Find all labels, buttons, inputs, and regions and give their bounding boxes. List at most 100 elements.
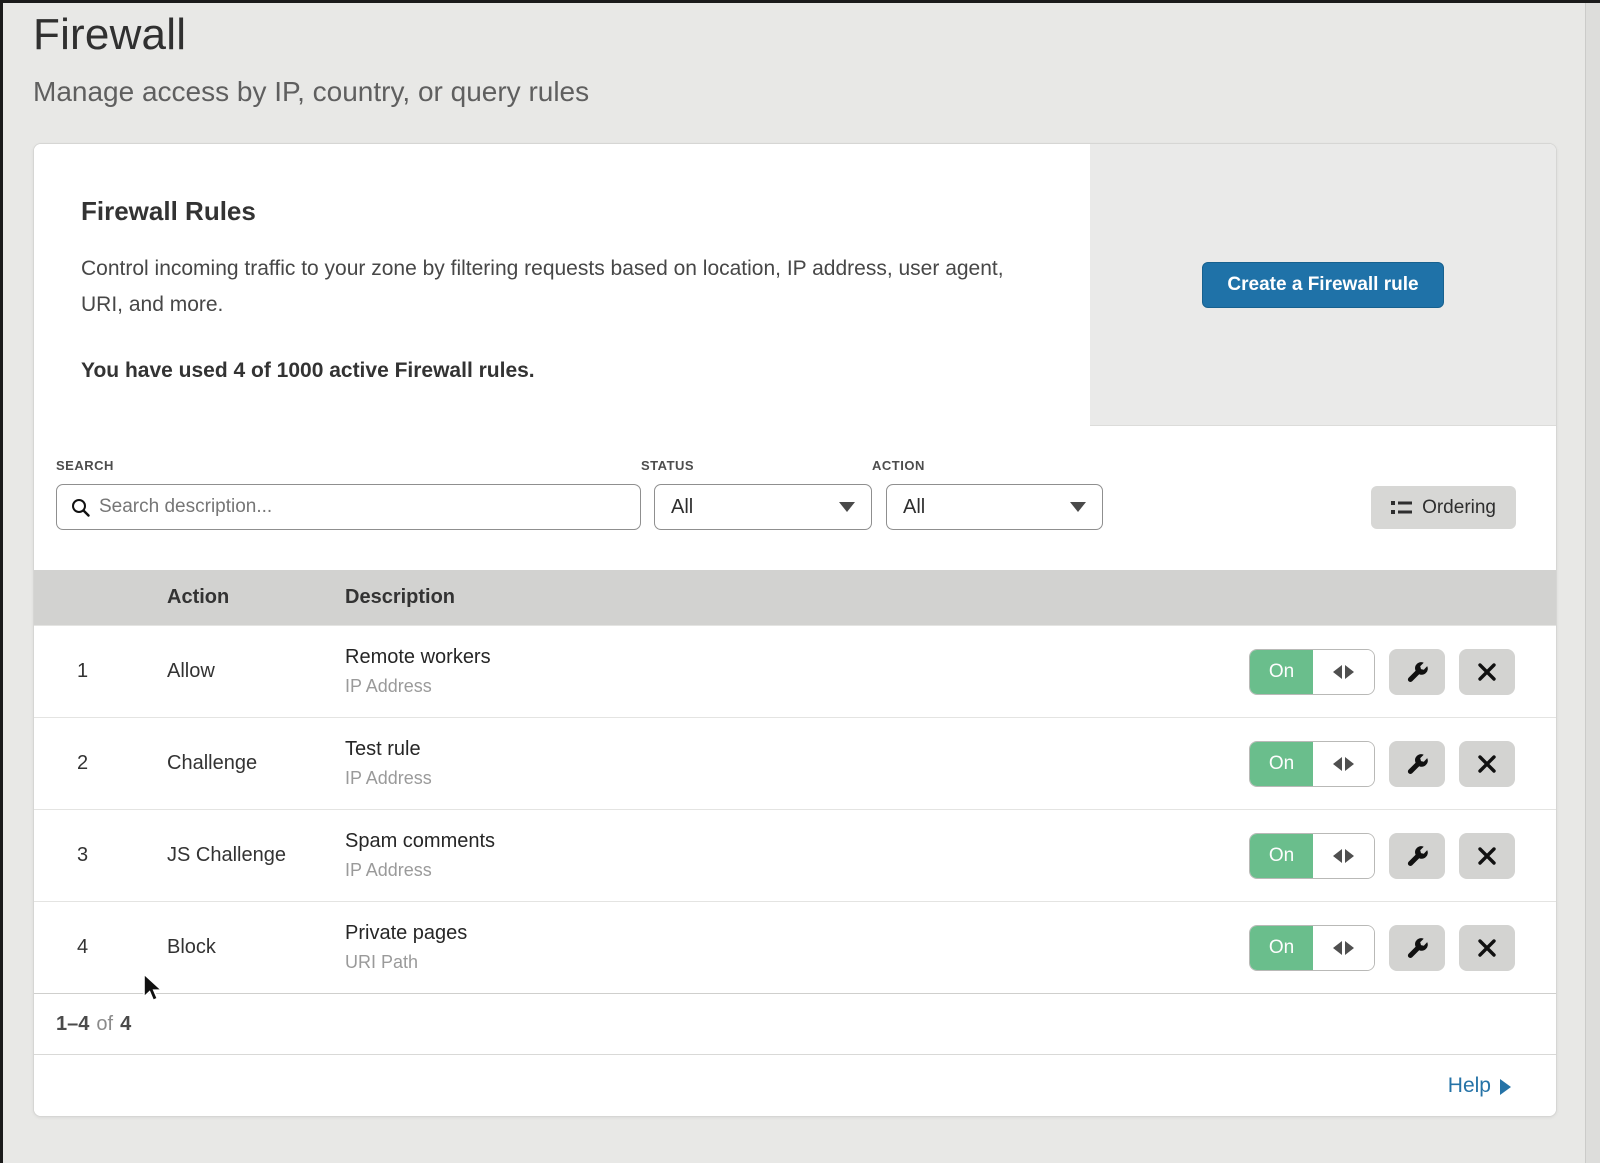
arrow-right-icon <box>1345 665 1354 679</box>
edit-rule-button[interactable] <box>1389 741 1445 787</box>
action-select[interactable]: All <box>886 484 1103 530</box>
card-top-description: Firewall Rules Control incoming traffic … <box>34 144 1090 426</box>
rule-description-cell: Spam comments IP Address <box>345 830 1211 881</box>
delete-rule-button[interactable] <box>1459 649 1515 695</box>
help-link[interactable]: Help <box>1448 1074 1511 1098</box>
rule-description-cell: Private pages URI Path <box>345 922 1211 973</box>
wrench-icon <box>1405 660 1429 684</box>
delete-rule-button[interactable] <box>1459 925 1515 971</box>
create-firewall-rule-button[interactable]: Create a Firewall rule <box>1202 262 1443 308</box>
delete-rule-button[interactable] <box>1459 833 1515 879</box>
card-description: Control incoming traffic to your zone by… <box>81 251 1026 323</box>
arrow-right-icon <box>1345 757 1354 771</box>
page-header: Firewall Manage access by IP, country, o… <box>0 0 1600 108</box>
arrow-left-icon <box>1333 757 1342 771</box>
rule-field: IP Address <box>345 676 1211 697</box>
rule-controls: On <box>1211 833 1556 879</box>
table-header: Action Description <box>34 570 1556 625</box>
rule-priority: 4 <box>34 936 167 959</box>
toggle-knob <box>1313 926 1374 970</box>
rule-action: Block <box>167 936 345 959</box>
usage-summary: You have used 4 of 1000 active Firewall … <box>81 359 1030 383</box>
rule-action: Allow <box>167 660 345 683</box>
search-label: SEARCH <box>56 458 641 473</box>
window-edge-top <box>0 0 1600 3</box>
filters-bar: SEARCH STATUS All ACTION All <box>34 426 1556 570</box>
pagination: 1–4 of 4 <box>34 993 1556 1054</box>
toggle-knob <box>1313 742 1374 786</box>
search-icon <box>71 498 90 517</box>
rule-enabled-toggle[interactable]: On <box>1249 833 1375 879</box>
action-select-value: All <box>903 496 925 519</box>
search-filter-group: SEARCH <box>56 458 641 530</box>
card-top-section: Firewall Rules Control incoming traffic … <box>34 144 1556 426</box>
help-link-label: Help <box>1448 1074 1491 1098</box>
toggle-on-label: On <box>1250 650 1313 694</box>
rule-description-cell: Test rule IP Address <box>345 738 1211 789</box>
toggle-knob <box>1313 650 1374 694</box>
arrow-left-icon <box>1333 849 1342 863</box>
window-edge-left <box>0 0 3 1163</box>
rule-field: URI Path <box>345 952 1211 973</box>
rule-priority: 2 <box>34 752 167 775</box>
rule-description: Remote workers <box>345 646 1211 669</box>
firewall-rules-card: Firewall Rules Control incoming traffic … <box>33 143 1557 1117</box>
edit-rule-button[interactable] <box>1389 925 1445 971</box>
toggle-knob <box>1313 834 1374 878</box>
chevron-down-icon <box>1070 502 1086 512</box>
rule-description-cell: Remote workers IP Address <box>345 646 1211 697</box>
arrow-left-icon <box>1333 665 1342 679</box>
ordering-button-label: Ordering <box>1422 497 1496 519</box>
card-footer: Help <box>34 1054 1556 1116</box>
arrow-right-icon <box>1500 1079 1511 1095</box>
rule-field: IP Address <box>345 768 1211 789</box>
close-icon <box>1477 754 1497 774</box>
rule-description: Spam comments <box>345 830 1211 853</box>
rule-action: JS Challenge <box>167 844 345 867</box>
rule-controls: On <box>1211 741 1556 787</box>
rule-action: Challenge <box>167 752 345 775</box>
search-input-container <box>56 484 641 530</box>
pagination-range: 1–4 <box>56 1013 89 1036</box>
arrow-right-icon <box>1345 941 1354 955</box>
table-row: 1 Allow Remote workers IP Address On <box>34 625 1556 717</box>
status-select-value: All <box>671 496 693 519</box>
page-subtitle: Manage access by IP, country, or query r… <box>33 76 1600 108</box>
card-top-action-panel: Create a Firewall rule <box>1090 144 1556 426</box>
rule-description: Test rule <box>345 738 1211 761</box>
pagination-total: 4 <box>120 1013 131 1036</box>
rule-controls: On <box>1211 925 1556 971</box>
close-icon <box>1477 662 1497 682</box>
edit-rule-button[interactable] <box>1389 833 1445 879</box>
table-row: 3 JS Challenge Spam comments IP Address … <box>34 809 1556 901</box>
scrollbar-track[interactable] <box>1585 0 1600 1163</box>
table-row: 2 Challenge Test rule IP Address On <box>34 717 1556 809</box>
arrow-right-icon <box>1345 849 1354 863</box>
rule-priority: 1 <box>34 660 167 683</box>
toggle-on-label: On <box>1250 926 1313 970</box>
rule-priority: 3 <box>34 844 167 867</box>
card-heading: Firewall Rules <box>81 196 1030 227</box>
toggle-on-label: On <box>1250 834 1313 878</box>
wrench-icon <box>1405 936 1429 960</box>
ordering-button[interactable]: Ordering <box>1371 486 1516 529</box>
wrench-icon <box>1405 752 1429 776</box>
pagination-of: of <box>96 1013 113 1036</box>
arrow-left-icon <box>1333 941 1342 955</box>
search-input[interactable] <box>99 496 626 518</box>
table-row: 4 Block Private pages URI Path On <box>34 901 1556 993</box>
rule-controls: On <box>1211 649 1556 695</box>
status-label: STATUS <box>641 458 872 473</box>
toggle-on-label: On <box>1250 742 1313 786</box>
rule-enabled-toggle[interactable]: On <box>1249 741 1375 787</box>
edit-rule-button[interactable] <box>1389 649 1445 695</box>
chevron-down-icon <box>839 502 855 512</box>
rule-enabled-toggle[interactable]: On <box>1249 649 1375 695</box>
close-icon <box>1477 846 1497 866</box>
action-label: ACTION <box>872 458 1103 473</box>
rule-enabled-toggle[interactable]: On <box>1249 925 1375 971</box>
status-select[interactable]: All <box>654 484 872 530</box>
description-column-header: Description <box>345 586 1211 609</box>
status-filter-group: STATUS All <box>641 458 872 530</box>
delete-rule-button[interactable] <box>1459 741 1515 787</box>
